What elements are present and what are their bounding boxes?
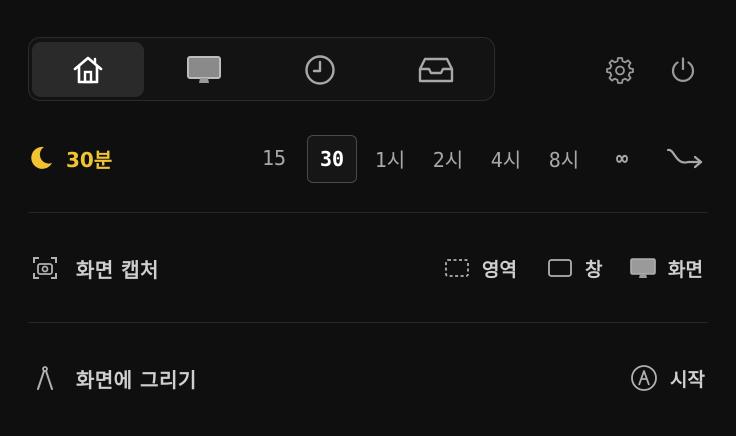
camera-icon bbox=[33, 257, 57, 279]
capture-area-button[interactable]: 영역 bbox=[444, 252, 517, 284]
timer-status: 30분 bbox=[28, 143, 112, 173]
timer-option-15[interactable]: 15 bbox=[256, 135, 292, 181]
inbox-tray-icon bbox=[418, 57, 454, 82]
tab-history[interactable] bbox=[264, 42, 376, 97]
home-icon bbox=[73, 56, 103, 83]
divider bbox=[28, 212, 708, 213]
timer-current-label: 30분 bbox=[66, 147, 113, 172]
gear-icon bbox=[606, 57, 634, 84]
timer-option-1h[interactable]: 1시 bbox=[370, 135, 410, 181]
timer-option-4h[interactable]: 4시 bbox=[486, 135, 526, 181]
tab-display[interactable] bbox=[148, 42, 260, 97]
capture-window-button[interactable]: 창 bbox=[547, 252, 602, 284]
pen-circle-icon bbox=[631, 365, 657, 391]
dashed-rect-icon bbox=[445, 259, 469, 277]
monitor-icon bbox=[630, 258, 656, 278]
timer-option-8h[interactable]: 8시 bbox=[544, 135, 584, 181]
tab-bar bbox=[28, 37, 495, 101]
tab-inbox[interactable] bbox=[380, 42, 492, 97]
tab-home[interactable] bbox=[32, 42, 144, 97]
power-button[interactable] bbox=[668, 55, 698, 85]
capture-title: 화면 캡처 bbox=[76, 257, 160, 282]
timer-option-2h[interactable]: 2시 bbox=[428, 135, 468, 181]
moon-icon bbox=[31, 146, 52, 169]
draw-start-label: 시작 bbox=[670, 368, 705, 391]
divider bbox=[28, 322, 708, 323]
draw-row-label: 화면에 그리기 bbox=[32, 362, 197, 394]
draw-title: 화면에 그리기 bbox=[76, 367, 197, 392]
draw-start-button[interactable]: 시작 bbox=[630, 362, 705, 394]
capture-screen-button[interactable]: 화면 bbox=[630, 252, 703, 284]
timer-option-infinite[interactable]: ∞ bbox=[606, 135, 638, 181]
capture-row-label: 화면 캡처 bbox=[32, 252, 159, 284]
settings-button[interactable] bbox=[605, 55, 635, 85]
capture-window-label: 창 bbox=[585, 258, 603, 281]
monitor-icon bbox=[187, 55, 221, 83]
capture-screen-label: 화면 bbox=[668, 258, 703, 281]
clock-icon bbox=[305, 54, 335, 85]
capture-area-label: 영역 bbox=[482, 258, 517, 281]
timer-schedule-button[interactable] bbox=[664, 135, 706, 181]
compass-icon bbox=[37, 366, 53, 390]
window-icon bbox=[548, 259, 572, 277]
timer-option-30[interactable]: 30 bbox=[307, 135, 357, 183]
power-icon bbox=[671, 57, 695, 82]
schedule-curve-icon bbox=[666, 148, 703, 169]
